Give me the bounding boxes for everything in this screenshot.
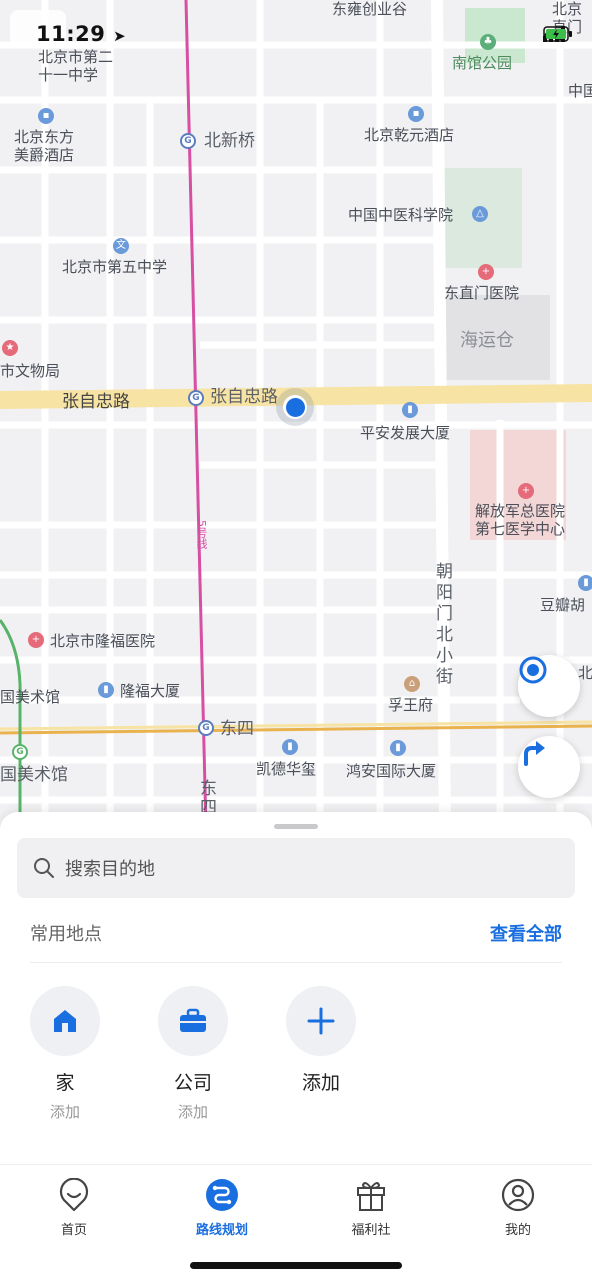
locate-icon [519, 656, 547, 684]
turn-right-icon [524, 741, 545, 766]
map-label-qianyuan-hotel: 北京乾元酒店 [364, 126, 455, 144]
building-icon: ▮ [98, 682, 114, 698]
location-arrow-icon: ➤ [113, 27, 127, 45]
frequent-places-title: 常用地点 [30, 924, 102, 945]
hotel-icon: ▪ [38, 108, 54, 124]
status-time-text: 11:29 [36, 22, 106, 46]
building-icon: ▮ [390, 740, 406, 756]
map-label-beixinqiao: 北新桥 [204, 131, 255, 151]
place-add[interactable]: 添加 [285, 986, 357, 1095]
metro-line5-label: 5号线 [195, 520, 208, 549]
map-label-fuwangfu: 孚王府 [388, 696, 434, 714]
academy-icon: △ [472, 206, 488, 222]
tab-welfare[interactable]: 福利社 [326, 1177, 416, 1238]
status-right: 4G [543, 26, 573, 44]
tab-profile-label: 我的 [504, 1223, 531, 1238]
search-placeholder: 搜索目的地 [65, 859, 155, 880]
map-label-dongzhimen-hospital: 东直门医院 [444, 284, 520, 302]
building-icon: ▮ [402, 402, 418, 418]
hospital-icon: + [478, 264, 494, 280]
map-label-longfu-tower: 隆福大厦 [120, 682, 181, 700]
map-label-zhangzizhong-station: 张自忠路 [210, 387, 278, 407]
map-label-art-museum-1: 国美术馆 [0, 688, 61, 706]
map-label-haiyuncang: 海运仓 [460, 330, 514, 351]
route-icon [206, 1179, 238, 1211]
route-shortcut-button[interactable] [518, 736, 580, 798]
place-company-circle[interactable] [158, 986, 228, 1056]
map-label-school-5: 北京市第五中学 [62, 258, 168, 276]
battery-icon [543, 26, 573, 42]
place-company-name: 公司 [173, 1072, 212, 1094]
place-company[interactable]: 公司 添加 [157, 986, 229, 1122]
tab-route-label: 路线规划 [195, 1223, 248, 1238]
map-label-longfu-hospital: 北京市隆福医院 [50, 632, 156, 650]
profile-icon [501, 1178, 535, 1212]
metro-station-icon: G [12, 744, 28, 760]
map-label-cultural-bureau: 市文物局 [0, 362, 61, 380]
map-label-doubanhu: 豆瓣胡 [540, 596, 586, 614]
landmark-icon: ★ [2, 340, 18, 356]
status-time: 11:29 ➤ [36, 22, 126, 46]
home-tab-icon [59, 1178, 89, 1212]
place-home[interactable]: 家 添加 [29, 986, 101, 1122]
map-label-chaoyangmen: 朝 阳 门 北 小 街 [436, 562, 453, 687]
plus-icon [307, 1007, 335, 1035]
map-label-dongfang-hotel: 北京东方 美爵酒店 [14, 128, 75, 164]
search-icon [34, 858, 54, 878]
locate-me-button[interactable] [518, 655, 580, 717]
view-all-link[interactable]: 查看全部 [490, 920, 562, 946]
place-home-name: 家 [55, 1072, 75, 1094]
place-company-sub: 添加 [177, 1103, 208, 1121]
map-label-zhangzizhong-road: 张自忠路 [62, 392, 130, 412]
place-add-circle[interactable] [286, 986, 356, 1056]
building-icon: ▮ [578, 575, 592, 591]
place-home-sub: 添加 [49, 1103, 80, 1121]
map-label-kaide: 凯德华玺 [256, 760, 317, 778]
map-label-dongsi: 东四 [220, 719, 254, 739]
hospital-icon: + [518, 483, 534, 499]
hospital-icon: + [28, 632, 44, 648]
sheet-drag-handle[interactable] [274, 824, 318, 829]
briefcase-icon [180, 1008, 206, 1032]
map-label-bei: 北 [578, 664, 592, 682]
tab-home[interactable]: 首页 [29, 1177, 119, 1238]
tab-welfare-label: 福利社 [351, 1223, 391, 1238]
heritage-icon: ⌂ [404, 676, 420, 692]
metro-station-icon: G [198, 720, 214, 736]
metro-station-icon: G [188, 390, 204, 406]
building-icon: ▮ [282, 739, 298, 755]
tab-route[interactable]: 路线规划 [177, 1177, 267, 1238]
place-home-circle[interactable] [30, 986, 100, 1056]
map-view[interactable]: 北京市第二 十一中学 东雍创业谷 ♣ 南馆公园 北京 直门 中国 ▪ 北京东方 … [0, 0, 592, 830]
map-label-hongan: 鸿安国际大厦 [346, 762, 437, 780]
map-label-zhong: 中国 [568, 82, 592, 100]
tab-profile[interactable]: 我的 [473, 1177, 563, 1238]
gift-icon [357, 1182, 385, 1211]
search-input[interactable]: 搜索目的地 [17, 838, 575, 898]
hotel-icon: ▪ [408, 106, 424, 122]
home-icon [54, 1010, 76, 1032]
divider [30, 962, 562, 963]
map-label-pingan-tower: 平安发展大厦 [360, 424, 451, 442]
status-bar: 11:29 ➤ 4G [0, 0, 592, 60]
metro-station-icon: G [180, 133, 196, 149]
map-label-art-museum-2: 国美术馆 [0, 765, 68, 785]
tab-home-label: 首页 [60, 1223, 87, 1238]
school-icon: 文 [113, 238, 129, 254]
home-indicator [190, 1262, 402, 1269]
current-location-marker [276, 388, 314, 426]
map-label-tcm-academy: 中国中医科学院 [348, 206, 454, 224]
place-add-name: 添加 [301, 1072, 340, 1094]
map-label-pla-hospital: 解放军总医院 第七医学中心 [475, 502, 566, 538]
